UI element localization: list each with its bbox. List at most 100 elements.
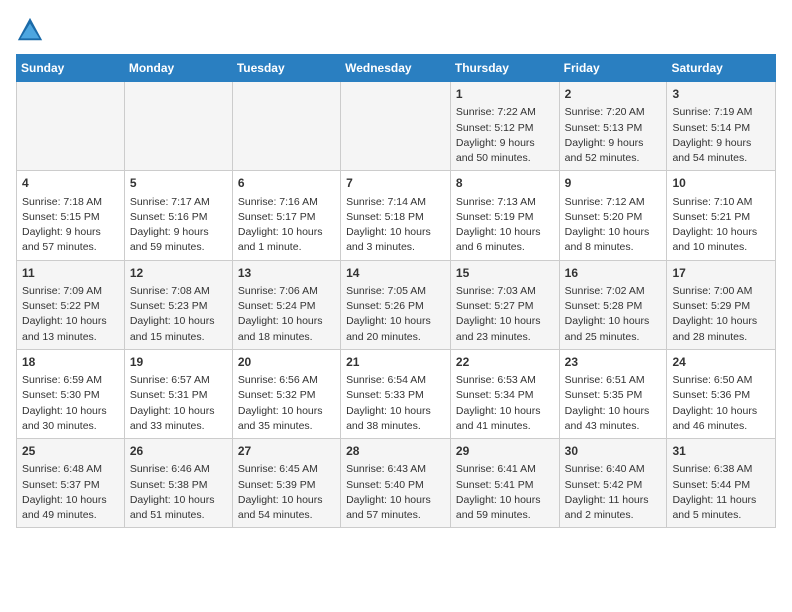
day-info: and 18 minutes. [238,331,313,343]
day-info: and 20 minutes. [346,331,421,343]
day-info: and 41 minutes. [456,420,531,432]
day-info: Sunset: 5:15 PM [22,211,100,223]
day-number: 18 [22,354,119,371]
day-info: Sunset: 5:26 PM [346,300,424,312]
day-info: and 51 minutes. [130,509,205,521]
day-info: Sunset: 5:37 PM [22,479,100,491]
calendar-cell: 30Sunrise: 6:40 AMSunset: 5:42 PMDayligh… [559,439,667,528]
day-info: Sunset: 5:29 PM [672,300,750,312]
day-number: 11 [22,265,119,282]
day-info: Daylight: 10 hours [456,226,541,238]
day-number: 10 [672,175,770,192]
day-info: Sunrise: 7:22 AM [456,106,536,118]
day-info: Sunset: 5:17 PM [238,211,316,223]
column-header-thursday: Thursday [450,55,559,82]
day-info: Sunrise: 6:54 AM [346,374,426,386]
day-number: 8 [456,175,554,192]
calendar-table: SundayMondayTuesdayWednesdayThursdayFrid… [16,54,776,528]
day-info: Daylight: 10 hours [456,315,541,327]
calendar-cell: 17Sunrise: 7:00 AMSunset: 5:29 PMDayligh… [667,260,776,349]
day-info: Sunset: 5:38 PM [130,479,208,491]
day-info: Sunrise: 7:16 AM [238,196,318,208]
day-info: Sunset: 5:28 PM [565,300,643,312]
day-info: Sunset: 5:27 PM [456,300,534,312]
day-info: and 13 minutes. [22,331,97,343]
day-info: and 54 minutes. [672,152,747,164]
calendar-cell: 11Sunrise: 7:09 AMSunset: 5:22 PMDayligh… [17,260,125,349]
day-info: Daylight: 10 hours [130,405,215,417]
day-info: Sunrise: 7:17 AM [130,196,210,208]
day-number: 12 [130,265,227,282]
day-info: Sunset: 5:42 PM [565,479,643,491]
calendar-cell: 27 Sunrise: 6:45 AM Sunset: 5:39 PM Dayligh… [232,439,340,528]
day-number: 27 [238,443,335,460]
day-info: Daylight: 10 hours [238,405,323,417]
day-info: Sunset: 5:31 PM [130,389,208,401]
page-header [16,16,776,44]
calendar-cell: 4Sunrise: 7:18 AMSunset: 5:15 PMDaylight… [17,171,125,260]
day-info: Sunrise: 7:02 AM [565,285,645,297]
day-number: 3 [672,86,770,103]
calendar-header: SundayMondayTuesdayWednesdayThursdayFrid… [17,55,776,82]
calendar-cell: 2Sunrise: 7:20 AMSunset: 5:13 PMDaylight… [559,82,667,171]
calendar-cell [232,82,340,171]
column-header-friday: Friday [559,55,667,82]
day-info: Sunrise: 7:09 AM [22,285,102,297]
day-info: Sunrise: 6:41 AM [456,463,536,475]
day-info: Sunrise: 7:08 AM [130,285,210,297]
calendar-cell: 7Sunrise: 7:14 AMSunset: 5:18 PMDaylight… [341,171,451,260]
day-info: Sunset: 5:41 PM [456,479,534,491]
day-info: Daylight: 10 hours [238,226,323,238]
day-info: and 5 minutes. [672,509,741,521]
day-info: Daylight: 10 hours [346,405,431,417]
day-info: Sunset: 5:16 PM [130,211,208,223]
day-number: 29 [456,443,554,460]
day-info: Sunrise: 6:43 AM [346,463,426,475]
day-number: 30 [565,443,662,460]
calendar-cell [17,82,125,171]
day-info: and 54 minutes. [238,509,313,521]
day-info: and 10 minutes. [672,241,747,253]
calendar-cell: 23Sunrise: 6:51 AMSunset: 5:35 PMDayligh… [559,349,667,438]
day-info: Sunrise: 6:45 AM [238,463,318,475]
day-info: Daylight: 10 hours [346,226,431,238]
day-info: Daylight: 9 hours [22,226,101,238]
calendar-cell: 25Sunrise: 6:48 AMSunset: 5:37 PMDayligh… [17,439,125,528]
day-number: 13 [238,265,335,282]
calendar-cell: 10Sunrise: 7:10 AMSunset: 5:21 PMDayligh… [667,171,776,260]
day-info: Daylight: 9 hours [565,137,644,149]
day-number: 19 [130,354,227,371]
day-number: 4 [22,175,119,192]
day-info: and 25 minutes. [565,331,640,343]
day-number: 16 [565,265,662,282]
day-info: Daylight: 10 hours [238,494,323,506]
day-info: Daylight: 10 hours [456,494,541,506]
day-number: 17 [672,265,770,282]
day-info: Daylight: 10 hours [22,405,107,417]
day-info: and 23 minutes. [456,331,531,343]
day-info: and 57 minutes. [346,509,421,521]
calendar-cell: 22Sunrise: 6:53 AMSunset: 5:34 PMDayligh… [450,349,559,438]
day-info: Sunrise: 6:53 AM [456,374,536,386]
day-info: Sunrise: 6:38 AM [672,463,752,475]
day-info: Daylight: 11 hours [565,494,649,506]
week-row-2: 4Sunrise: 7:18 AMSunset: 5:15 PMDaylight… [17,171,776,260]
day-info: Sunset: 5:35 PM [565,389,643,401]
day-info: and 46 minutes. [672,420,747,432]
day-info: Daylight: 9 hours [672,137,751,149]
day-info: Sunset: 5:39 PM [238,479,316,491]
day-info: Sunrise: 6:48 AM [22,463,102,475]
day-info: Sunset: 5:34 PM [456,389,534,401]
day-number: 23 [565,354,662,371]
logo-icon [16,16,44,44]
day-info: Daylight: 9 hours [456,137,535,149]
day-info: Sunset: 5:24 PM [238,300,316,312]
day-info: Sunrise: 6:57 AM [130,374,210,386]
day-info: Daylight: 10 hours [130,315,215,327]
column-header-sunday: Sunday [17,55,125,82]
day-info: Sunrise: 7:06 AM [238,285,318,297]
calendar-cell [341,82,451,171]
day-info: Sunrise: 7:20 AM [565,106,645,118]
day-info: Sunset: 5:14 PM [672,122,750,134]
day-number: 21 [346,354,445,371]
